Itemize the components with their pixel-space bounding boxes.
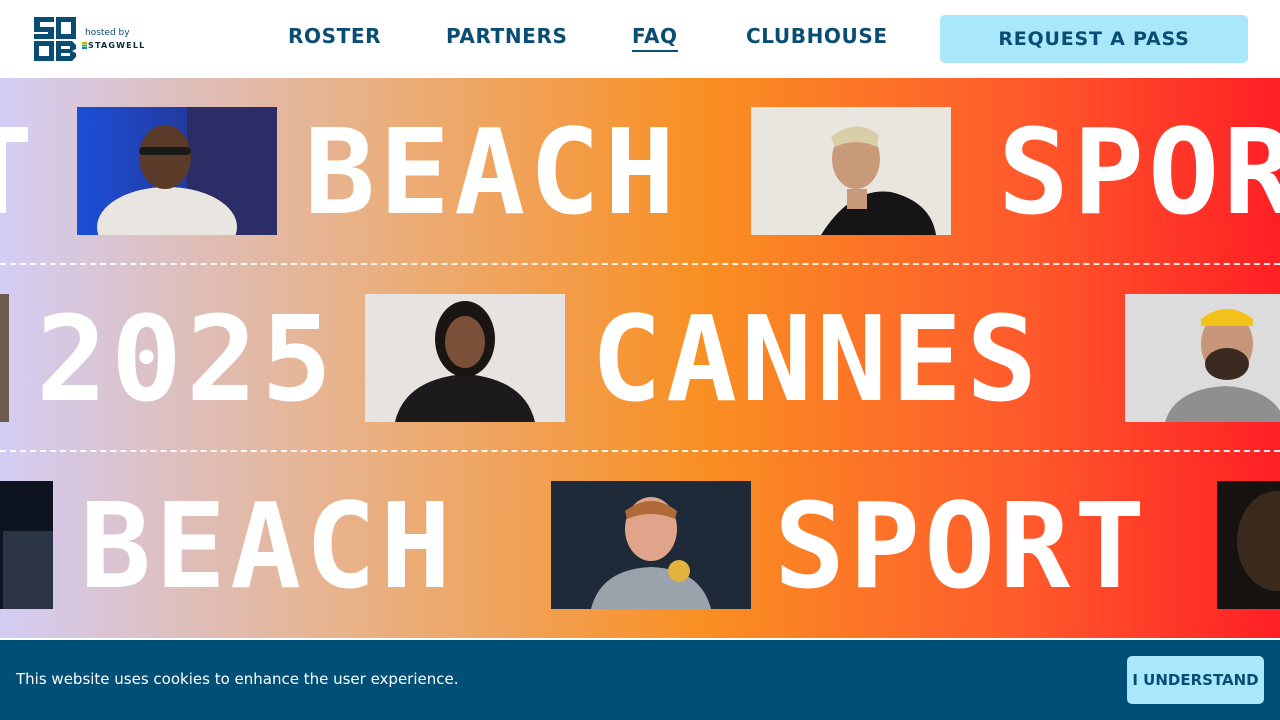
site-logo[interactable]: hosted by STAGWELL bbox=[32, 15, 152, 65]
athlete-photo bbox=[0, 481, 53, 609]
marquee-word: SPOR bbox=[998, 103, 1280, 241]
nav-clubhouse[interactable]: CLUBHOUSE bbox=[746, 24, 888, 48]
marquee-divider bbox=[0, 450, 1280, 452]
stagwell-wordmark: STAGWELL bbox=[88, 41, 146, 50]
athlete-photo bbox=[0, 294, 9, 422]
hero-marquee: T BEACH SPOR bbox=[0, 78, 1280, 638]
marquee-row-3: BEACH SPORT bbox=[0, 481, 1280, 611]
portrait-partial-icon bbox=[0, 294, 9, 422]
accept-cookies-button[interactable]: I UNDERSTAND bbox=[1127, 656, 1264, 704]
portrait-partial-icon bbox=[1217, 481, 1280, 609]
nav-faq[interactable]: FAQ bbox=[632, 24, 678, 52]
marquee-word: T bbox=[0, 107, 37, 237]
cookie-message: This website uses cookies to enhance the… bbox=[16, 670, 459, 688]
nav-roster[interactable]: ROSTER bbox=[288, 24, 381, 48]
nav-partners[interactable]: PARTNERS bbox=[446, 24, 567, 48]
sb-monogram-icon bbox=[34, 17, 76, 61]
portrait-athlete-gold-medal-icon bbox=[551, 481, 751, 609]
portrait-bearded-man-yellow-cap-icon bbox=[1125, 294, 1280, 422]
marquee-word: CANNES bbox=[591, 290, 1042, 428]
hosted-by-label: hosted by bbox=[85, 28, 130, 38]
marquee-word: SPORT bbox=[774, 477, 1150, 615]
cookie-banner: This website uses cookies to enhance the… bbox=[0, 640, 1280, 720]
athlete-photo bbox=[1125, 294, 1280, 422]
marquee-row-1: T BEACH SPOR bbox=[0, 107, 1280, 237]
marquee-word: BEACH bbox=[80, 477, 456, 615]
marquee-word: BEACH bbox=[304, 103, 680, 241]
portrait-bald-man-glasses-icon bbox=[77, 107, 277, 235]
site-header: hosted by STAGWELL ROSTER PARTNERS FAQ C… bbox=[0, 0, 1280, 78]
marquee-divider bbox=[0, 263, 1280, 265]
marquee-word: 2025 bbox=[36, 290, 337, 428]
athlete-photo bbox=[751, 107, 951, 235]
portrait-young-man-black-jacket-icon bbox=[751, 107, 951, 235]
athlete-photo bbox=[551, 481, 751, 609]
request-pass-button[interactable]: REQUEST A PASS bbox=[940, 15, 1248, 63]
athlete-photo bbox=[1217, 481, 1280, 609]
portrait-woman-black-blazer-icon bbox=[365, 294, 565, 422]
athlete-photo bbox=[77, 107, 277, 235]
athlete-photo bbox=[365, 294, 565, 422]
portrait-partial-icon bbox=[0, 481, 53, 609]
stagwell-mark-icon bbox=[82, 42, 87, 49]
marquee-row-2: 2025 CANNES bbox=[0, 294, 1280, 424]
